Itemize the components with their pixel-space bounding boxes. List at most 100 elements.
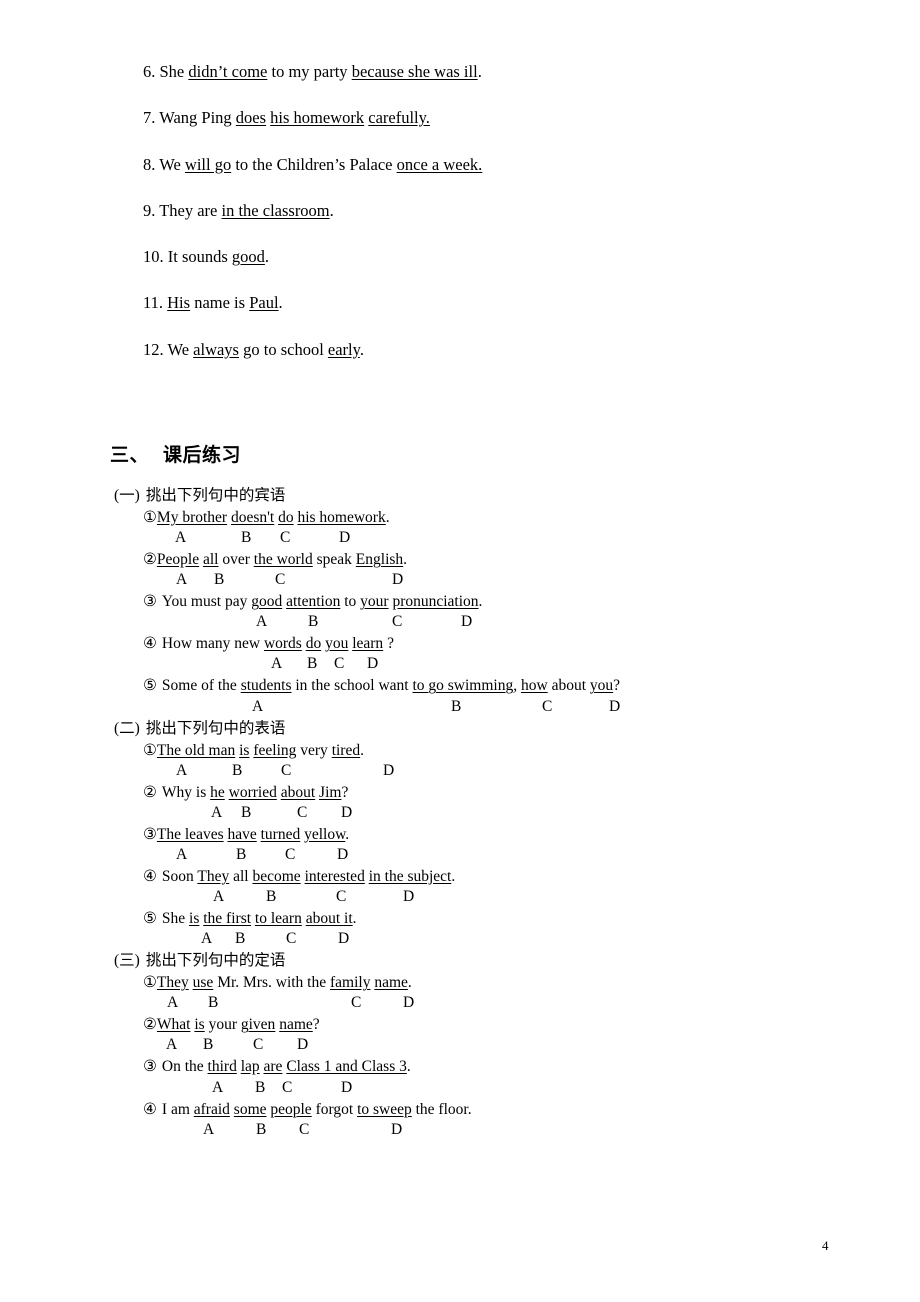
answer-letter[interactable]: B xyxy=(266,887,276,907)
answer-letter[interactable]: C xyxy=(285,845,295,865)
answer-letter[interactable]: D xyxy=(297,1035,308,1055)
answer-letter[interactable]: C xyxy=(286,929,296,949)
answer-letter[interactable]: D xyxy=(341,1078,352,1098)
answer-letter[interactable]: C xyxy=(334,654,344,674)
answer-letter[interactable]: B xyxy=(255,1078,265,1098)
answer-letter[interactable]: C xyxy=(336,887,346,907)
underlined-phrase: to sweep xyxy=(357,1100,412,1118)
answer-letter[interactable]: A xyxy=(201,929,212,949)
answer-letter[interactable]: B xyxy=(256,1120,266,1140)
answer-letter[interactable]: B xyxy=(232,761,242,781)
answer-letter[interactable]: C xyxy=(281,761,291,781)
answer-letter[interactable]: D xyxy=(341,803,352,823)
underlined-phrase: do xyxy=(278,508,294,526)
underlined-phrase: They xyxy=(197,867,230,885)
answer-letter[interactable]: A xyxy=(256,612,267,632)
answer-letter[interactable]: A xyxy=(271,654,282,674)
answer-letter[interactable]: D xyxy=(392,570,403,590)
underlined-phrase: do xyxy=(305,635,322,653)
sentence-text: to xyxy=(340,593,361,611)
underlined-phrase: People xyxy=(156,551,200,569)
answer-letter-row: A B C D xyxy=(143,1120,920,1142)
answer-letter[interactable]: A xyxy=(252,697,263,717)
question-sentence: ①They use Mr. Mrs. with the family name. xyxy=(143,973,920,993)
answer-letter[interactable]: A xyxy=(176,845,187,865)
answer-letter[interactable]: C xyxy=(299,1120,309,1140)
answer-letter[interactable]: C xyxy=(282,1078,292,1098)
answer-letter[interactable]: C xyxy=(253,1035,263,1055)
answer-letter[interactable]: D xyxy=(339,528,350,548)
answer-letter[interactable]: C xyxy=(351,993,361,1013)
answer-letter[interactable]: D xyxy=(367,654,378,674)
answer-letter[interactable]: A xyxy=(211,803,222,823)
numbered-sentence: 10. It sounds good. xyxy=(143,247,843,267)
answer-letter[interactable]: A xyxy=(203,1120,214,1140)
sentence-number: 10. xyxy=(143,247,168,267)
answer-letter[interactable]: C xyxy=(542,697,552,717)
answer-letter-row: A B C D xyxy=(143,993,920,1015)
sentence-number: 6. xyxy=(143,62,160,81)
answer-letter[interactable]: B xyxy=(208,993,218,1013)
sentence-text: to the Children’s Palace xyxy=(231,154,397,174)
sentence-text: Some of the xyxy=(161,677,241,695)
group-label: (三) xyxy=(114,952,140,970)
answer-letter[interactable]: C xyxy=(392,612,402,632)
answer-letter[interactable]: B xyxy=(307,654,317,674)
underlined-phrase: in the subject xyxy=(368,867,452,885)
sentence-text: very xyxy=(296,741,332,759)
answer-letter[interactable]: C xyxy=(297,803,307,823)
sentence-text: Why is xyxy=(161,783,211,801)
answer-letter[interactable]: C xyxy=(280,528,290,548)
answer-letter[interactable]: D xyxy=(391,1120,402,1140)
exercise-question: ③ You must pay good attention to your pro… xyxy=(143,592,920,634)
answer-letter[interactable]: A xyxy=(212,1078,223,1098)
answer-letter[interactable]: A xyxy=(167,993,178,1013)
answer-letter-row: A B C D xyxy=(143,887,920,909)
sentence-text: . xyxy=(359,339,364,359)
answer-letter[interactable]: C xyxy=(275,570,285,590)
group-title: (二) 挑出下列句中的表语 xyxy=(114,719,920,741)
answer-letter[interactable]: A xyxy=(175,528,186,548)
answer-letter[interactable]: D xyxy=(403,887,414,907)
answer-letter[interactable]: A xyxy=(166,1035,177,1055)
answer-letter[interactable]: B xyxy=(235,929,245,949)
answer-letter[interactable]: B xyxy=(203,1035,213,1055)
exercise-question: ④ How many new words do you learn ? A B C D xyxy=(143,634,920,676)
group-instruction: 挑出下列句中的定语 xyxy=(145,952,286,970)
answer-letter[interactable]: B xyxy=(308,612,318,632)
answer-letter[interactable]: D xyxy=(337,845,348,865)
underlined-phrase: Paul xyxy=(249,293,279,313)
sentence-text: Mr. Mrs. with the xyxy=(213,974,330,992)
answer-letter[interactable]: B xyxy=(241,803,251,823)
answer-letter[interactable]: B xyxy=(214,570,224,590)
underlined-phrase: Jim xyxy=(319,783,342,801)
exercise-question: ①My brother doesn't do his homework. A B C D xyxy=(143,508,920,550)
answer-letter[interactable]: D xyxy=(403,993,414,1013)
answer-letter[interactable]: D xyxy=(461,612,472,632)
underlined-phrase: to go swimming xyxy=(412,677,514,695)
sentence-number: 12. xyxy=(143,339,168,359)
underlined-phrase: They xyxy=(156,974,189,992)
answer-letter[interactable]: D xyxy=(609,697,620,717)
underlined-phrase: turned xyxy=(260,825,301,843)
sentence-text: speak xyxy=(312,551,356,569)
answer-letter[interactable]: A xyxy=(176,761,187,781)
question-marker: ① xyxy=(143,974,157,992)
sentence-text: . xyxy=(329,200,334,220)
exercise-question: ② Why is he worried about Jim? A B C D xyxy=(143,783,920,825)
answer-letter[interactable]: B xyxy=(451,697,461,717)
sentence-text: . xyxy=(407,974,412,992)
answer-letter[interactable]: B xyxy=(241,528,251,548)
answer-letter[interactable]: B xyxy=(236,845,246,865)
question-marker: ② xyxy=(143,783,157,801)
answer-letter[interactable]: D xyxy=(383,761,394,781)
answer-letter[interactable]: D xyxy=(338,929,349,949)
underlined-phrase: about it xyxy=(305,910,353,928)
underlined-phrase: lap xyxy=(240,1058,260,1076)
answer-letter[interactable]: A xyxy=(213,887,224,907)
sentence-number: 8. xyxy=(143,154,160,174)
answer-letter[interactable]: A xyxy=(176,570,187,590)
underlined-phrase: about xyxy=(280,783,316,801)
underlined-phrase: Class 1 and Class 3 xyxy=(286,1058,407,1076)
underlined-phrase: afraid xyxy=(193,1100,230,1118)
